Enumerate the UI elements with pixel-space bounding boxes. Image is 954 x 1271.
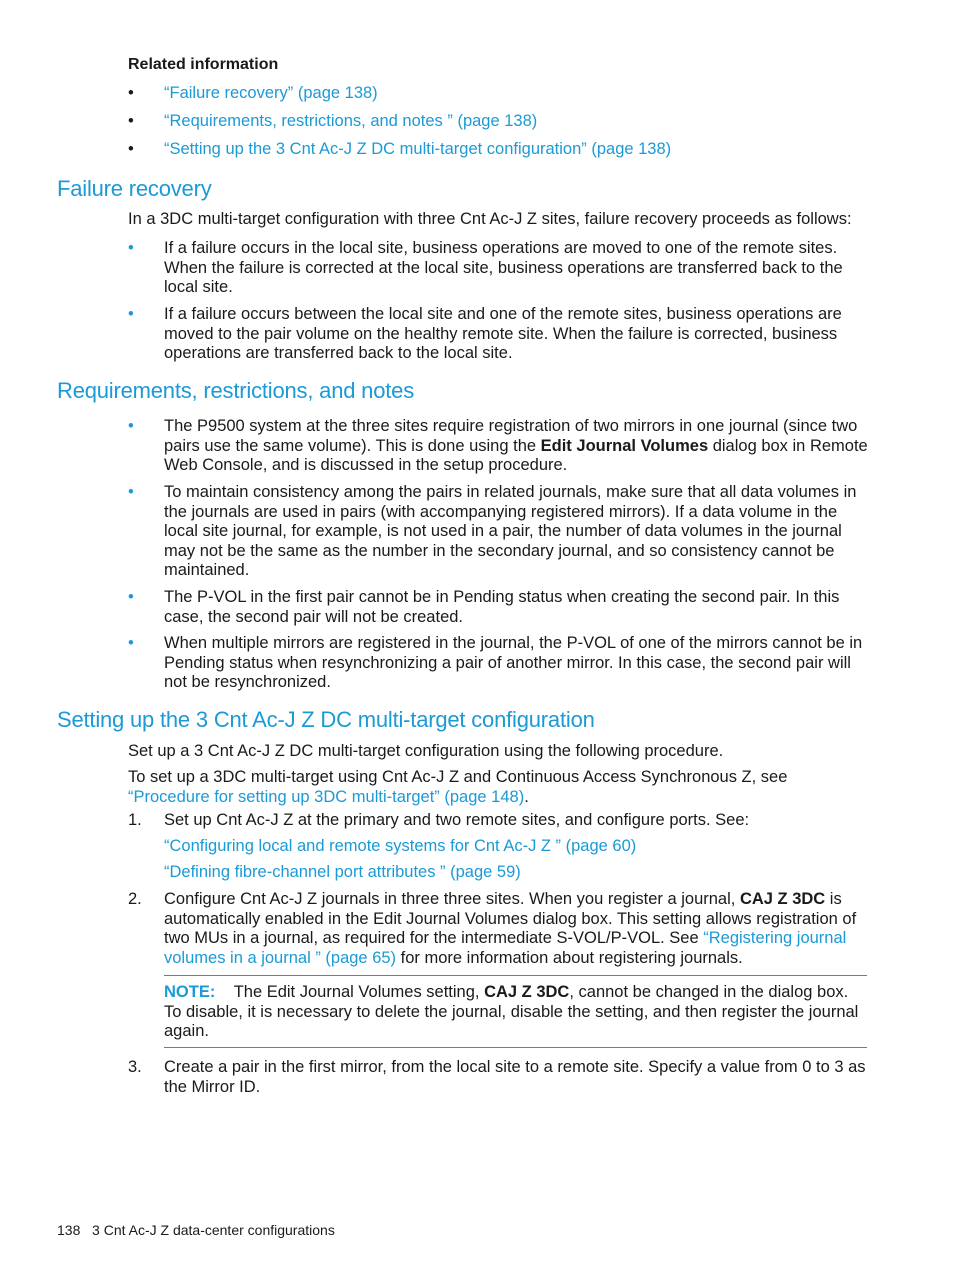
bullet-icon: • (128, 239, 134, 257)
step-number: 2. (128, 890, 142, 908)
step-text: Set up Cnt Ac-J Z at the primary and two… (164, 811, 750, 829)
related-link-setup[interactable]: “Setting up the 3 Cnt Ac-J Z DC multi-ta… (164, 140, 868, 160)
ui-term-edit-journal-volumes: Edit Journal Volumes (540, 436, 709, 455)
page-number: 138 (57, 1222, 81, 1238)
list-item-text: When multiple mirrors are registered in … (164, 634, 863, 691)
step-text: Create a pair in the first mirror, from … (164, 1058, 866, 1096)
list-item: • The P-VOL in the first pair cannot be … (128, 588, 868, 628)
configuring-systems-link[interactable]: “Configuring local and remote systems fo… (164, 837, 868, 857)
note-bottom-divider (164, 1047, 867, 1048)
bullet-icon: • (128, 483, 134, 501)
list-item: • If a failure occurs in the local site,… (128, 239, 868, 299)
failure-recovery-intro: In a 3DC multi-target configuration with… (128, 210, 852, 228)
page-footer: 138 3 Cnt Ac-J Z data-center configurati… (57, 1222, 335, 1238)
step-number: 3. (128, 1058, 142, 1076)
step-text: Configure Cnt Ac-J Z journals in three t… (164, 890, 868, 968)
text-run: for more information about registering j… (396, 948, 743, 967)
section-heading-setup: Setting up the 3 Cnt Ac-J Z DC multi-tar… (57, 707, 595, 732)
list-item-text: The P-VOL in the first pair cannot be in… (164, 588, 840, 626)
step-3: 3. Create a pair in the first mirror, fr… (128, 1058, 868, 1098)
step-2: 2. Configure Cnt Ac-J Z journals in thre… (128, 890, 868, 970)
list-item-text: If a failure occurs in the local site, b… (164, 239, 843, 296)
ui-term-caj-z-3dc: CAJ Z 3DC (739, 890, 826, 908)
bullet-icon: • (128, 305, 134, 323)
list-item: • If a failure occurs between the local … (128, 305, 868, 365)
step-1: 1. Set up Cnt Ac-J Z at the primary and … (128, 811, 868, 891)
fibre-channel-link[interactable]: “Defining fibre-channel port attributes … (164, 863, 868, 883)
ui-term-caj-z-3dc: CAJ Z 3DC (484, 983, 570, 1001)
text-run: . (524, 787, 529, 806)
section-heading-requirements: Requirements, restrictions, and notes (57, 378, 414, 403)
bullet-icon: • (128, 417, 134, 435)
bullet-icon: • (128, 634, 134, 652)
note-label: NOTE: (164, 983, 216, 1001)
section-heading-failure-recovery: Failure recovery (57, 176, 212, 201)
text-run: Configure Cnt Ac-J Z journals in three t… (164, 890, 740, 908)
related-link-failure-recovery[interactable]: “Failure recovery” (page 138) (164, 84, 868, 104)
list-item-text: If a failure occurs between the local si… (164, 305, 842, 362)
list-item: • To maintain consistency among the pair… (128, 483, 868, 583)
step-number: 1. (128, 811, 142, 829)
related-link-requirements[interactable]: “Requirements, restrictions, and notes ”… (164, 112, 868, 132)
text-run: To set up a 3DC multi-target using Cnt A… (128, 768, 788, 786)
bullet-icon: • (128, 140, 134, 158)
list-item-text: The P9500 system at the three sites requ… (164, 417, 868, 476)
setup-intro: Set up a 3 Cnt Ac-J Z DC multi-target co… (128, 742, 724, 760)
procedure-link[interactable]: “Procedure for setting up 3DC multi-targ… (128, 788, 524, 806)
list-item: • When multiple mirrors are registered i… (128, 634, 868, 694)
list-item: • The P9500 system at the three sites re… (128, 417, 868, 477)
chapter-title: 3 Cnt Ac-J Z data-center configurations (92, 1222, 335, 1238)
bullet-icon: • (128, 588, 134, 606)
related-info-heading: Related information (128, 56, 279, 73)
bullet-icon: • (128, 84, 134, 102)
bullet-icon: • (128, 112, 134, 130)
setup-paragraph: To set up a 3DC multi-target using Cnt A… (128, 768, 868, 807)
note-top-divider (164, 975, 867, 976)
note-box: NOTE: The Edit Journal Volumes setting, … (164, 983, 867, 1042)
text-run: The Edit Journal Volumes setting, (233, 983, 485, 1001)
list-item-text: To maintain consistency among the pairs … (164, 483, 857, 579)
